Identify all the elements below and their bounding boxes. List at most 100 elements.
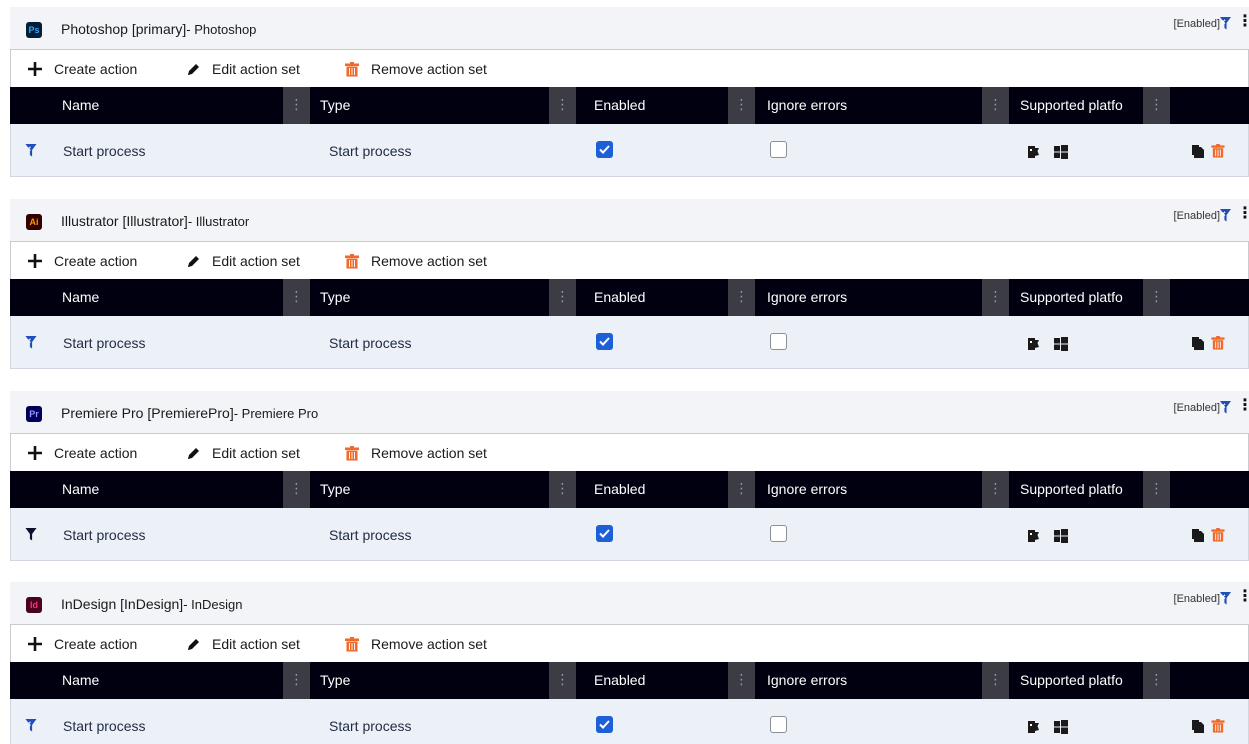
- enabled-checkbox[interactable]: [596, 716, 613, 733]
- table-row[interactable]: Start process Start process: [10, 316, 1249, 369]
- more-options-icon[interactable]: ⋮: [1237, 14, 1249, 31]
- delete-icon[interactable]: [1211, 336, 1225, 350]
- column-header-name[interactable]: Name: [62, 471, 99, 508]
- edit-action-set-button[interactable]: Edit action set: [183, 251, 300, 271]
- column-header-type[interactable]: Type: [320, 279, 350, 316]
- remove-action-set-label: Remove action set: [371, 636, 487, 652]
- column-resize-handle[interactable]: ⋮: [283, 87, 310, 124]
- column-header-enabled[interactable]: Enabled: [594, 279, 645, 316]
- enabled-checkbox[interactable]: [596, 333, 613, 350]
- column-header-enabled[interactable]: Enabled: [594, 87, 645, 124]
- filter-clear-icon[interactable]: [1220, 591, 1232, 605]
- remove-action-set-button[interactable]: Remove action set: [342, 443, 487, 463]
- action-set-name: Premiere Pro [PremierePro]: [61, 405, 234, 421]
- column-resize-handle[interactable]: ⋮: [1143, 279, 1170, 316]
- create-action-button[interactable]: Create action: [25, 634, 137, 654]
- ignore-errors-checkbox[interactable]: [770, 141, 787, 158]
- column-resize-handle[interactable]: ⋮: [982, 662, 1009, 699]
- column-resize-handle[interactable]: ⋮: [982, 279, 1009, 316]
- ignore-errors-checkbox[interactable]: [770, 333, 787, 350]
- filter-clear-icon[interactable]: [1220, 400, 1232, 414]
- column-resize-handle[interactable]: ⋮: [1143, 662, 1170, 699]
- column-resize-handle[interactable]: ⋮: [728, 279, 755, 316]
- copy-icon[interactable]: [1191, 144, 1205, 158]
- column-resize-handle[interactable]: ⋮: [982, 471, 1009, 508]
- column-header-ignore-errors[interactable]: Ignore errors: [767, 87, 847, 124]
- column-resize-handle[interactable]: ⋮: [283, 471, 310, 508]
- enabled-checkbox[interactable]: [596, 525, 613, 542]
- indesign-app-icon: Id: [26, 597, 42, 613]
- enabled-checkbox[interactable]: [596, 141, 613, 158]
- create-action-button[interactable]: Create action: [25, 59, 137, 79]
- column-resize-handle[interactable]: ⋮: [728, 87, 755, 124]
- table-header: Name ⋮ Type ⋮ Enabled ⋮ Ignore errors ⋮ …: [10, 279, 1249, 316]
- edit-action-set-button[interactable]: Edit action set: [183, 59, 300, 79]
- cell-type: Start process: [329, 335, 412, 351]
- edit-action-set-button[interactable]: Edit action set: [183, 443, 300, 463]
- edit-action-set-label: Edit action set: [212, 61, 300, 77]
- remove-action-set-button[interactable]: Remove action set: [342, 251, 487, 271]
- filter-clear-icon[interactable]: [25, 143, 38, 157]
- column-header-type[interactable]: Type: [320, 662, 350, 699]
- column-header-name[interactable]: Name: [62, 279, 99, 316]
- create-action-button[interactable]: Create action: [25, 251, 137, 271]
- delete-icon[interactable]: [1211, 719, 1225, 733]
- column-resize-handle[interactable]: ⋮: [549, 662, 576, 699]
- column-resize-handle[interactable]: ⋮: [728, 471, 755, 508]
- remove-action-set-button[interactable]: Remove action set: [342, 634, 487, 654]
- column-header-ignore-errors[interactable]: Ignore errors: [767, 471, 847, 508]
- table-row[interactable]: Start process Start process: [10, 699, 1249, 744]
- create-action-label: Create action: [54, 636, 138, 652]
- column-header-name[interactable]: Name: [62, 662, 99, 699]
- table-row[interactable]: Start process Start process: [10, 124, 1249, 177]
- copy-icon[interactable]: [1191, 336, 1205, 350]
- photoshop-app-icon: Ps: [26, 22, 42, 38]
- column-header-type[interactable]: Type: [320, 471, 350, 508]
- column-resize-handle[interactable]: ⋮: [549, 279, 576, 316]
- column-header-enabled[interactable]: Enabled: [594, 662, 645, 699]
- filter-clear-icon[interactable]: [25, 718, 38, 732]
- column-header-ignore-errors[interactable]: Ignore errors: [767, 279, 847, 316]
- filter-clear-icon[interactable]: [1220, 208, 1232, 222]
- plus-icon: [25, 253, 45, 269]
- table-row[interactable]: Start process Start process: [10, 508, 1249, 561]
- create-action-button[interactable]: Create action: [25, 443, 137, 463]
- copy-icon[interactable]: [1191, 719, 1205, 733]
- edit-action-set-button[interactable]: Edit action set: [183, 634, 300, 654]
- remove-action-set-button[interactable]: Remove action set: [342, 59, 487, 79]
- delete-icon[interactable]: [1211, 528, 1225, 542]
- cell-name: Start process: [63, 527, 146, 543]
- column-header-supported-platforms[interactable]: Supported platfo: [1020, 279, 1123, 316]
- column-resize-handle[interactable]: ⋮: [283, 279, 310, 316]
- ignore-errors-checkbox[interactable]: [770, 716, 787, 733]
- plus-icon: [25, 636, 45, 652]
- column-resize-handle[interactable]: ⋮: [982, 87, 1009, 124]
- column-resize-handle[interactable]: ⋮: [728, 662, 755, 699]
- delete-icon[interactable]: [1211, 144, 1225, 158]
- column-resize-handle[interactable]: ⋮: [549, 471, 576, 508]
- column-header-type[interactable]: Type: [320, 87, 350, 124]
- column-resize-handle[interactable]: ⋮: [549, 87, 576, 124]
- column-header-supported-platforms[interactable]: Supported platfo: [1020, 471, 1123, 508]
- copy-icon[interactable]: [1191, 528, 1205, 542]
- windows-icon: [1054, 337, 1068, 351]
- more-options-icon[interactable]: ⋮: [1237, 589, 1249, 606]
- column-header-ignore-errors[interactable]: Ignore errors: [767, 662, 847, 699]
- column-header-enabled[interactable]: Enabled: [594, 471, 645, 508]
- column-resize-handle[interactable]: ⋮: [283, 662, 310, 699]
- more-options-icon[interactable]: ⋮: [1237, 206, 1249, 223]
- filter-clear-icon[interactable]: [25, 335, 38, 349]
- filter-clear-icon[interactable]: [1220, 16, 1232, 30]
- macos-icon: [1028, 146, 1039, 158]
- column-header-supported-platforms[interactable]: Supported platfo: [1020, 662, 1123, 699]
- filter-icon[interactable]: [25, 527, 38, 541]
- pencil-icon: [183, 445, 203, 461]
- more-options-icon[interactable]: ⋮: [1237, 398, 1249, 415]
- column-header-supported-platforms[interactable]: Supported platfo: [1020, 87, 1123, 124]
- column-resize-handle[interactable]: ⋮: [1143, 471, 1170, 508]
- column-header-name[interactable]: Name: [62, 87, 99, 124]
- column-resize-handle[interactable]: ⋮: [1143, 87, 1170, 124]
- action-set-subtitle: - Premiere Pro: [233, 406, 319, 421]
- action-set-name: InDesign [InDesign]: [61, 596, 184, 612]
- ignore-errors-checkbox[interactable]: [770, 525, 787, 542]
